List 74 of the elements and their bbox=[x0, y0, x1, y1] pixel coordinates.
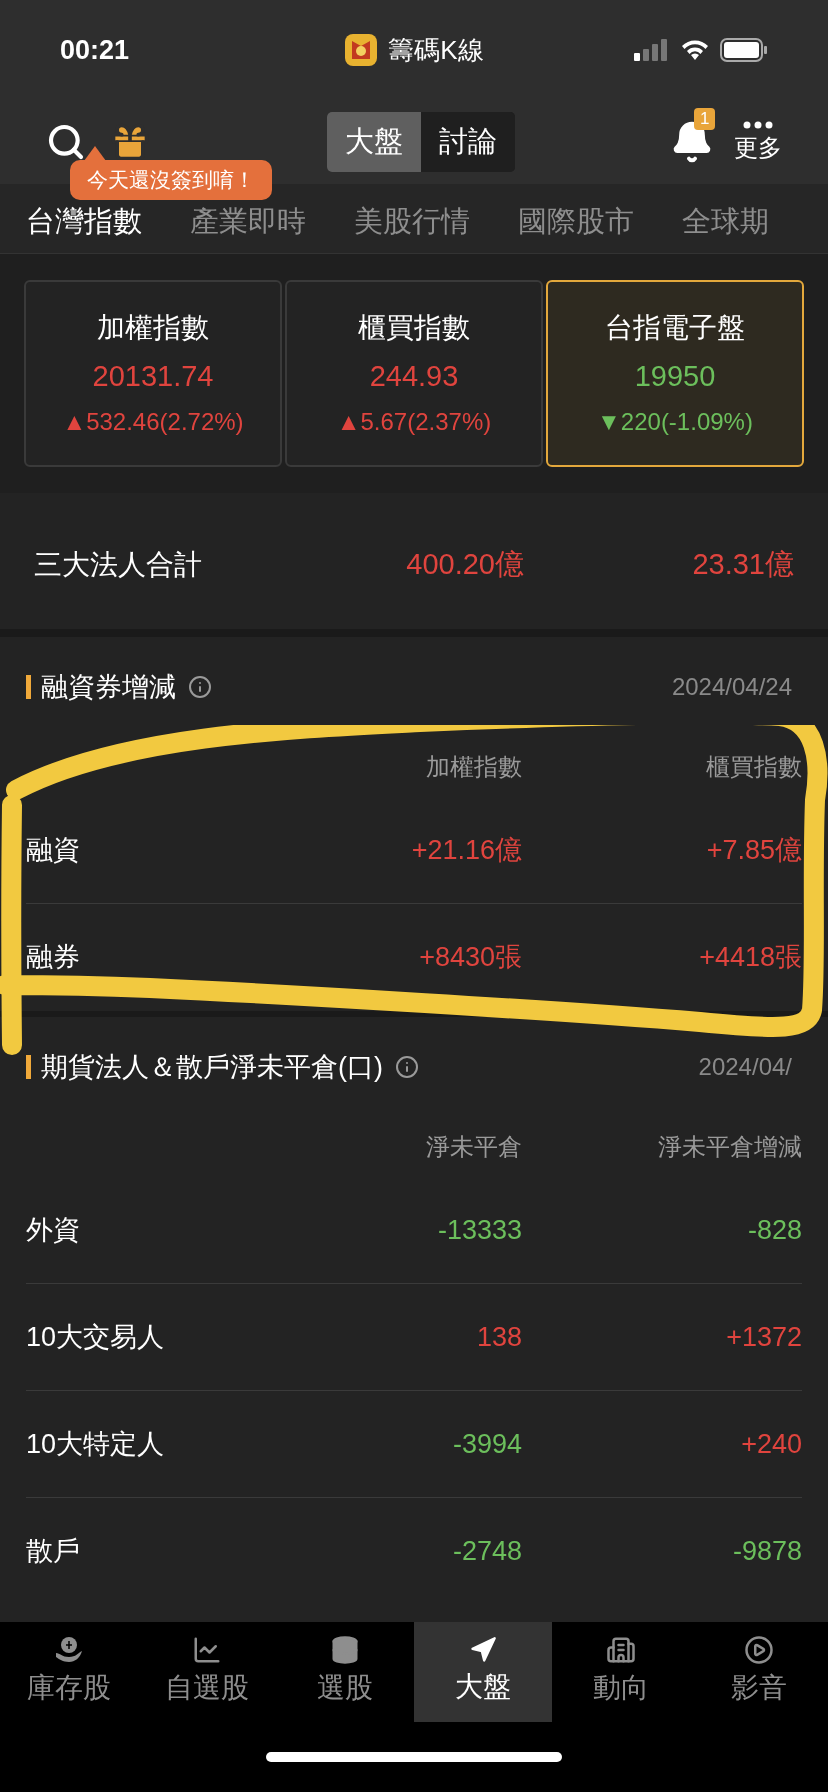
value-cell-text: +21.16億 bbox=[410, 833, 522, 867]
section-date: 2024/04/24 bbox=[671, 672, 792, 702]
more-label[interactable]: 更多 bbox=[734, 133, 782, 163]
bottom-nav-item[interactable]: 庫存股 bbox=[0, 1622, 138, 1722]
index-value: 244.93 bbox=[369, 358, 459, 394]
index-change: ▲532.46(2.72%) bbox=[62, 407, 244, 438]
battery-icon bbox=[720, 38, 768, 62]
value-cell-text: -9878 bbox=[731, 1535, 802, 1569]
value-cell-text: -3994 bbox=[451, 1427, 522, 1461]
app-logo-icon bbox=[344, 33, 379, 67]
market-tab[interactable]: 國際股市 bbox=[518, 199, 634, 243]
section-date: 2024/04/ bbox=[698, 1052, 792, 1082]
bottom-nav-item[interactable]: 選股 bbox=[276, 1622, 414, 1722]
value-cell-text: 138 bbox=[475, 1320, 522, 1354]
section-title: 融資券增減 bbox=[41, 670, 176, 704]
app-name: 籌碼K線 bbox=[388, 33, 484, 67]
index-value: 19950 bbox=[634, 358, 716, 394]
index-card[interactable]: 台指電子盤 19950 ▼220(-1.09%) bbox=[546, 280, 804, 467]
value-cell-text: -13333 bbox=[436, 1213, 522, 1247]
value-cell-text: 23.31億 bbox=[691, 547, 794, 583]
more-icon[interactable] bbox=[743, 121, 773, 129]
navigation-icon bbox=[469, 1636, 497, 1664]
index-name: 櫃買指數 bbox=[358, 310, 470, 345]
building-icon bbox=[606, 1635, 636, 1665]
value-cell-text: +7.85億 bbox=[705, 833, 802, 867]
signal-icon bbox=[634, 39, 670, 61]
index-card[interactable]: 加權指數 20131.74 ▲532.46(2.72%) bbox=[24, 280, 282, 467]
row-label: 10大交易人 bbox=[26, 1320, 166, 1354]
index-name: 台指電子盤 bbox=[605, 310, 745, 345]
index-name: 加權指數 bbox=[97, 310, 209, 345]
value-cell-text: 400.20億 bbox=[405, 547, 524, 583]
notification-badge: 1 bbox=[694, 108, 716, 130]
bottom-nav-item[interactable]: 大盤 bbox=[414, 1622, 552, 1722]
play-icon bbox=[744, 1635, 774, 1665]
accent-bar bbox=[26, 675, 31, 699]
clock-time: 00:21 bbox=[60, 33, 131, 67]
tooltip-pointer-icon bbox=[84, 146, 106, 161]
row-label: 三大法人合計 bbox=[34, 548, 203, 582]
search-icon[interactable] bbox=[46, 122, 86, 162]
value-cell-text: +8430張 bbox=[418, 941, 522, 975]
section-title: 期貨法人＆散戶淨未平倉(口) bbox=[41, 1050, 383, 1084]
index-change: ▲5.67(2.37%) bbox=[336, 407, 492, 438]
column-header: 加權指數 bbox=[425, 752, 522, 782]
row-label: 外資 bbox=[26, 1213, 81, 1247]
line-chart-icon bbox=[192, 1635, 222, 1665]
market-tab[interactable]: 台灣指數 bbox=[26, 199, 142, 243]
wifi-icon bbox=[680, 39, 710, 61]
index-card[interactable]: 櫃買指數 244.93 ▲5.67(2.37%) bbox=[285, 280, 543, 467]
row-label: 散戶 bbox=[26, 1535, 81, 1569]
bottom-nav-item[interactable]: 動向 bbox=[552, 1622, 690, 1722]
row-label: 融資 bbox=[26, 833, 81, 867]
market-tab[interactable]: 產業即時 bbox=[190, 199, 306, 243]
index-value: 20131.74 bbox=[92, 358, 214, 394]
column-header: 櫃買指數 bbox=[705, 752, 802, 782]
segment-tab[interactable]: 大盤 bbox=[327, 112, 421, 172]
info-icon[interactable] bbox=[395, 1055, 419, 1079]
market-tab[interactable]: 美股行情 bbox=[354, 199, 470, 243]
column-header: 淨未平倉 bbox=[425, 1132, 522, 1162]
bottom-nav-item[interactable]: 自選股 bbox=[138, 1622, 276, 1722]
row-label: 融券 bbox=[26, 941, 81, 975]
stack-icon bbox=[330, 1635, 360, 1665]
market-tab[interactable]: 全球期 bbox=[682, 199, 769, 243]
row-label: 10大特定人 bbox=[26, 1427, 166, 1461]
coin-hand-icon bbox=[54, 1635, 84, 1665]
value-cell-text: -2748 bbox=[451, 1535, 522, 1569]
index-change: ▼220(-1.09%) bbox=[597, 407, 753, 438]
value-cell-text: +1372 bbox=[725, 1320, 802, 1354]
value-cell-text: -828 bbox=[746, 1213, 802, 1247]
column-header: 淨未平倉增減 bbox=[657, 1132, 802, 1162]
accent-bar bbox=[26, 1055, 31, 1079]
value-cell-text: +4418張 bbox=[698, 941, 802, 975]
info-icon[interactable] bbox=[188, 675, 212, 699]
bottom-nav-item[interactable]: 影音 bbox=[690, 1622, 828, 1722]
value-cell-text: +240 bbox=[740, 1427, 802, 1461]
